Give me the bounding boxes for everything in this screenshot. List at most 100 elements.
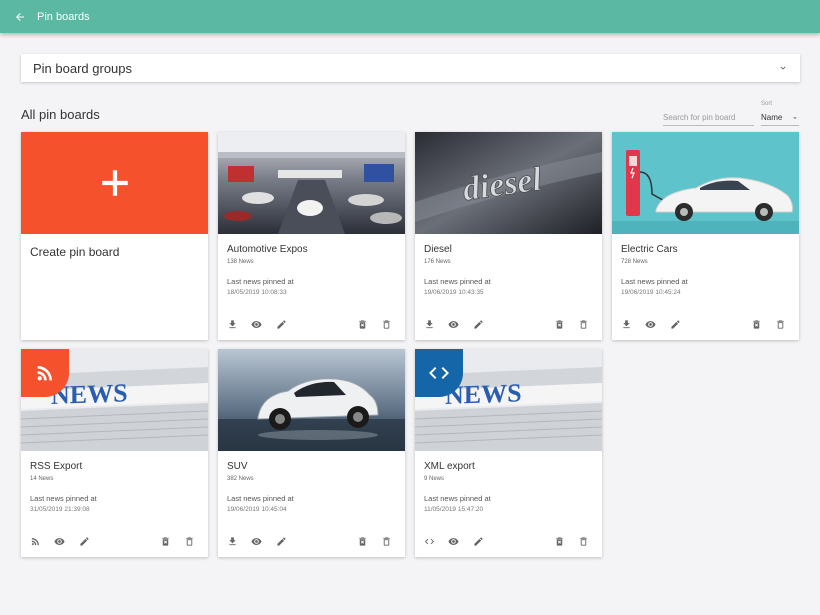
download-icon: [228, 319, 236, 328]
eye-icon: [447, 537, 459, 545]
clear-button[interactable]: [354, 533, 370, 549]
diesel-badge-photo: diesel: [415, 132, 602, 234]
view-button[interactable]: [248, 533, 264, 549]
trash-icon: [185, 536, 193, 546]
view-button[interactable]: [445, 533, 461, 549]
delete-button[interactable]: [378, 316, 394, 332]
edit-button[interactable]: [76, 533, 92, 549]
view-button[interactable]: [445, 316, 461, 332]
pin-board-card[interactable]: Automotive Expos 138 News Last news pinn…: [218, 132, 405, 340]
xml-export-button[interactable]: [421, 533, 437, 549]
app-bar: Pin boards: [0, 0, 820, 33]
last-pinned-label: Last news pinned at: [621, 277, 688, 286]
edit-button[interactable]: [273, 533, 289, 549]
pencil-icon: [276, 536, 286, 546]
clear-button[interactable]: [157, 533, 173, 549]
last-pinned-date: 18/05/2019 10:08:33: [227, 289, 287, 296]
pin-board-card[interactable]: diesel Diesel 176 News Last news pinned …: [415, 132, 602, 340]
plus-icon: [101, 170, 128, 196]
delete-button[interactable]: [575, 316, 591, 332]
view-button[interactable]: [642, 316, 658, 332]
chevron-down-icon: [780, 66, 786, 70]
pencil-icon: [473, 319, 483, 329]
download-button[interactable]: [224, 533, 240, 549]
edit-button[interactable]: [470, 316, 486, 332]
last-pinned-date: 11/05/2019 15:47:20: [424, 506, 484, 513]
sort-select[interactable]: Name: [761, 110, 799, 126]
eye-icon: [250, 320, 262, 328]
last-pinned-label: Last news pinned at: [30, 494, 97, 503]
pin-board-card[interactable]: NEWS XML export 9 News Last news pinned …: [415, 349, 602, 557]
arrow-back-icon: [16, 12, 24, 21]
download-button[interactable]: [224, 316, 240, 332]
download-button[interactable]: [421, 316, 437, 332]
rss-icon: [31, 537, 39, 545]
eye-icon: [250, 537, 262, 545]
last-pinned-label: Last news pinned at: [424, 494, 491, 503]
rss-feed-button[interactable]: [27, 533, 43, 549]
sort-value: Name: [761, 113, 783, 122]
pin-board-card[interactable]: SUV 382 News Last news pinned at 19/06/2…: [218, 349, 405, 557]
eye-icon: [644, 320, 656, 328]
news-count: 14 News: [30, 476, 54, 482]
code-badge: [415, 349, 463, 397]
back-button[interactable]: [9, 6, 31, 28]
delete-button[interactable]: [378, 533, 394, 549]
card-actions: [218, 533, 405, 549]
clear-button[interactable]: [551, 316, 567, 332]
eye-icon: [53, 537, 65, 545]
code-icon: [424, 538, 434, 544]
clear-button[interactable]: [551, 533, 567, 549]
pin-board-title: RSS Export: [30, 461, 83, 472]
create-pin-board-card[interactable]: Create pin board: [21, 132, 208, 340]
last-pinned-label: Last news pinned at: [424, 277, 491, 286]
trash-icon: [776, 319, 784, 329]
clear-button[interactable]: [354, 316, 370, 332]
view-button[interactable]: [248, 316, 264, 332]
delete-button[interactable]: [575, 533, 591, 549]
news-count: 728 News: [621, 259, 648, 265]
newspaper-photo: NEWS: [21, 349, 208, 451]
auto-show-photo: [218, 132, 405, 234]
pin-board-groups-panel[interactable]: Pin board groups: [21, 54, 800, 82]
pencil-icon: [276, 319, 286, 329]
pin-board-groups-label: Pin board groups: [33, 60, 133, 76]
edit-button[interactable]: [273, 316, 289, 332]
view-button[interactable]: [51, 533, 67, 549]
newspaper-photo: NEWS: [415, 349, 602, 451]
delete-button[interactable]: [181, 533, 197, 549]
delete-sweep-icon: [555, 536, 563, 546]
edit-button[interactable]: [667, 316, 683, 332]
download-button[interactable]: [618, 316, 634, 332]
pin-board-card[interactable]: NEWS RSS Export 14 News Last news pinned…: [21, 349, 208, 557]
clear-button[interactable]: [748, 316, 764, 332]
search-input[interactable]: [663, 110, 754, 126]
trash-icon: [382, 536, 390, 546]
sort-label: Sort: [761, 101, 773, 107]
delete-button[interactable]: [772, 316, 788, 332]
pin-board-card[interactable]: Electric Cars 728 News Last news pinned …: [612, 132, 799, 340]
edit-button[interactable]: [470, 533, 486, 549]
card-actions: [612, 316, 799, 332]
news-count: 9 News: [424, 476, 445, 482]
pin-board-title: SUV: [227, 461, 248, 472]
pin-board-title: Electric Cars: [621, 244, 678, 255]
delete-sweep-icon: [161, 536, 169, 546]
delete-sweep-icon: [555, 319, 563, 329]
rss-icon: [37, 366, 52, 381]
last-pinned-date: 19/06/2019 10:45:04: [227, 506, 287, 513]
download-icon: [425, 319, 433, 328]
download-icon: [622, 319, 630, 328]
suv-photo: [218, 349, 405, 451]
news-count: 176 News: [424, 259, 451, 265]
news-count: 138 News: [227, 259, 254, 265]
last-pinned-date: 31/05/2019 21:39:08: [30, 506, 90, 513]
pin-board-title: Diesel: [424, 244, 452, 255]
trash-icon: [579, 536, 587, 546]
pencil-icon: [473, 536, 483, 546]
dropdown-arrow-icon: [793, 116, 797, 119]
section-title: All pin boards: [21, 107, 100, 122]
rss-badge: [21, 349, 69, 397]
eye-icon: [447, 320, 459, 328]
card-actions: [415, 316, 602, 332]
